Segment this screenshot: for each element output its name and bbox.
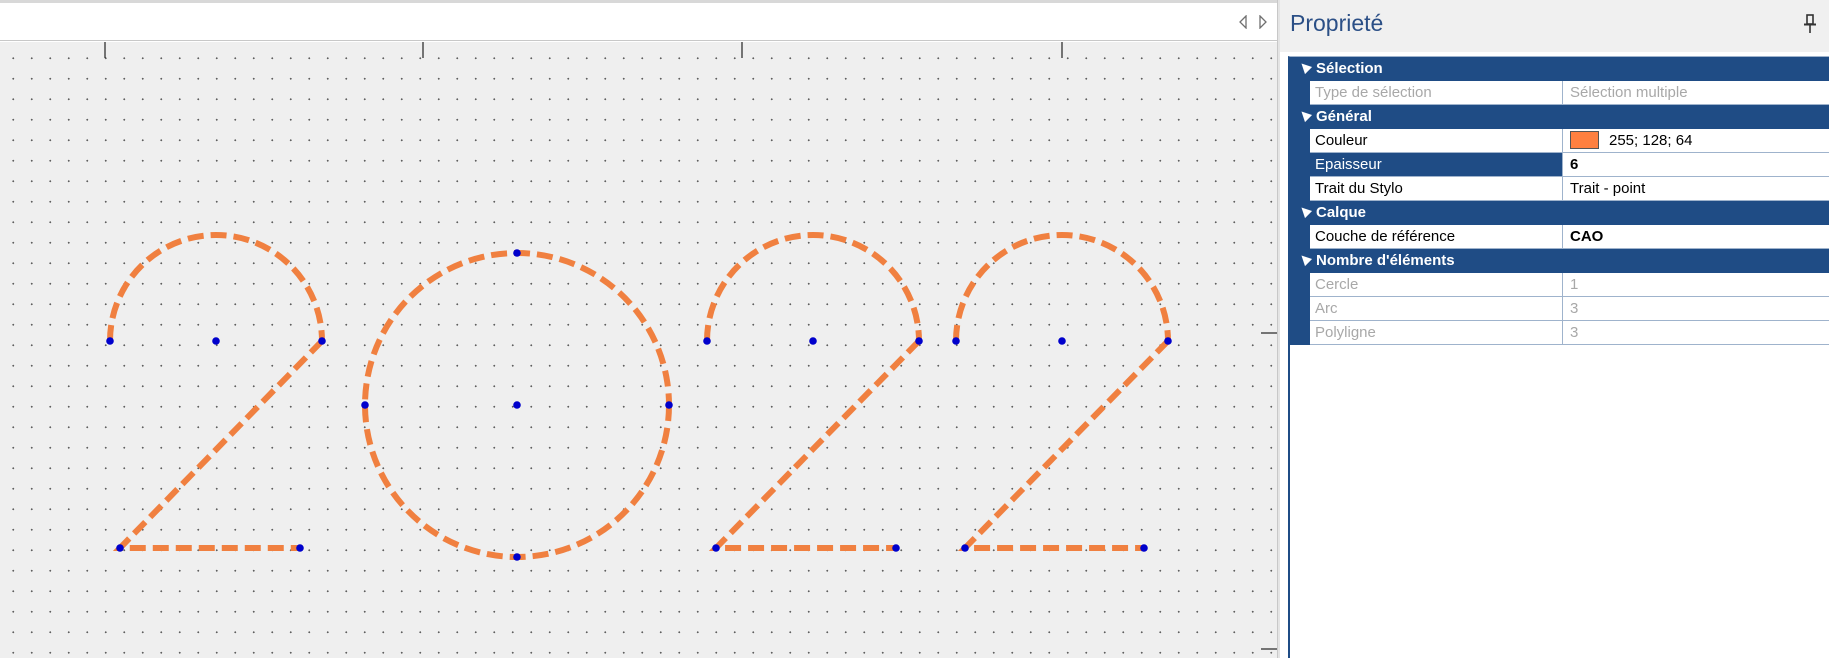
property-value-input[interactable]: 6	[1564, 153, 1829, 176]
chevron-right-icon[interactable]	[1256, 13, 1270, 31]
document-tab-bar	[0, 3, 1277, 41]
property-row-pen-style[interactable]: Trait du Stylo Trait - point	[1290, 177, 1829, 201]
property-value[interactable]: Trait - point	[1564, 177, 1829, 200]
property-name: Trait du Stylo	[1310, 177, 1563, 200]
property-value: Sélection multiple	[1570, 84, 1688, 101]
collapse-triangle-icon[interactable]	[1297, 251, 1313, 267]
property-row-selection-type[interactable]: Type de sélection Sélection multiple	[1290, 81, 1829, 105]
collapse-triangle-icon[interactable]	[1297, 107, 1313, 123]
property-name: Polyligne	[1310, 321, 1563, 344]
grip-handle[interactable]	[513, 401, 521, 409]
digit-2-arc[interactable]	[953, 232, 1171, 342]
category-layer[interactable]: Calque	[1290, 201, 1829, 225]
property-name: Epaisseur	[1310, 153, 1563, 176]
selection-handles	[106, 249, 1172, 561]
grip-handle[interactable]	[212, 337, 220, 345]
property-value: 1	[1570, 276, 1579, 293]
collapse-triangle-icon[interactable]	[1297, 203, 1313, 219]
drawing-svg	[104, 42, 1277, 650]
grip-handle[interactable]	[106, 337, 114, 345]
grip-handle[interactable]	[513, 553, 521, 561]
property-panel: Proprieté Sélection Type de sélection Sé…	[1280, 0, 1829, 658]
property-grid: Sélection Type de sélection Sélection mu…	[1288, 56, 1829, 658]
grip-handle[interactable]	[712, 544, 720, 552]
grip-handle[interactable]	[318, 337, 326, 345]
row-gutter	[1290, 129, 1310, 153]
grip-handle[interactable]	[952, 337, 960, 345]
grip-handle[interactable]	[513, 249, 521, 257]
property-row-polyline-count[interactable]: Polyligne 3	[1290, 321, 1829, 345]
property-value[interactable]: CAO	[1564, 225, 1829, 248]
property-name: Type de sélection	[1310, 81, 1563, 104]
category-label: Calque	[1316, 204, 1367, 221]
grip-handle[interactable]	[1164, 337, 1172, 345]
grip-handle[interactable]	[961, 544, 969, 552]
property-name: Couleur	[1310, 129, 1563, 152]
digit-2-polyline[interactable]	[112, 338, 325, 551]
property-row-arc-count[interactable]: Arc 3	[1290, 297, 1829, 321]
category-label: Sélection	[1316, 60, 1383, 77]
color-swatch[interactable]	[1570, 131, 1599, 149]
color-value: 255; 128; 64	[1609, 132, 1693, 149]
grip-handle[interactable]	[892, 544, 900, 552]
row-gutter	[1290, 297, 1310, 321]
grip-handle[interactable]	[915, 337, 923, 345]
row-gutter	[1290, 225, 1310, 249]
grip-handle[interactable]	[1140, 544, 1148, 552]
grip-handle[interactable]	[809, 337, 817, 345]
property-row-reference-layer[interactable]: Couche de référence CAO	[1290, 225, 1829, 249]
category-selection[interactable]: Sélection	[1290, 57, 1829, 81]
property-name: Arc	[1310, 297, 1563, 320]
grip-handle[interactable]	[1058, 337, 1066, 345]
category-label: Nombre d'éléments	[1316, 252, 1455, 269]
digit-2-arc[interactable]	[704, 232, 922, 342]
property-value: 3	[1570, 324, 1579, 341]
panel-title: Proprieté	[1290, 10, 1384, 36]
grip-handle[interactable]	[116, 544, 124, 552]
property-row-color[interactable]: Couleur 255; 128; 64	[1290, 129, 1829, 153]
pin-icon[interactable]	[1803, 14, 1817, 34]
category-general[interactable]: Général	[1290, 105, 1829, 129]
drawing-area	[0, 0, 1277, 658]
digits-2022	[107, 232, 1171, 560]
digit-2-arc[interactable]	[107, 232, 325, 342]
cad-canvas[interactable]	[0, 42, 1277, 658]
digit-2-polyline[interactable]	[708, 338, 922, 551]
color-value-cell[interactable]: 255; 128; 64	[1564, 129, 1829, 152]
grip-handle[interactable]	[703, 337, 711, 345]
app-window: Proprieté Sélection Type de sélection Sé…	[0, 0, 1829, 658]
grip-handle[interactable]	[296, 544, 304, 552]
digit-2-polyline[interactable]	[957, 338, 1171, 551]
property-name: Couche de référence	[1310, 225, 1563, 248]
property-value: 3	[1570, 300, 1579, 317]
row-gutter	[1290, 177, 1310, 201]
property-name: Cercle	[1310, 273, 1563, 296]
row-gutter	[1290, 273, 1310, 297]
collapse-triangle-icon[interactable]	[1297, 59, 1313, 75]
row-gutter	[1290, 153, 1310, 177]
property-row-circle-count[interactable]: Cercle 1	[1290, 273, 1829, 297]
ruler-ticks	[104, 42, 1277, 650]
category-element-count[interactable]: Nombre d'éléments	[1290, 249, 1829, 273]
grip-handle[interactable]	[665, 401, 673, 409]
grip-handle[interactable]	[361, 401, 369, 409]
property-row-thickness[interactable]: Epaisseur 6	[1290, 153, 1829, 177]
category-label: Général	[1316, 108, 1372, 125]
row-gutter	[1290, 321, 1310, 345]
panel-header: Proprieté	[1280, 0, 1829, 52]
chevron-left-icon[interactable]	[1236, 13, 1250, 31]
row-gutter	[1290, 81, 1310, 105]
